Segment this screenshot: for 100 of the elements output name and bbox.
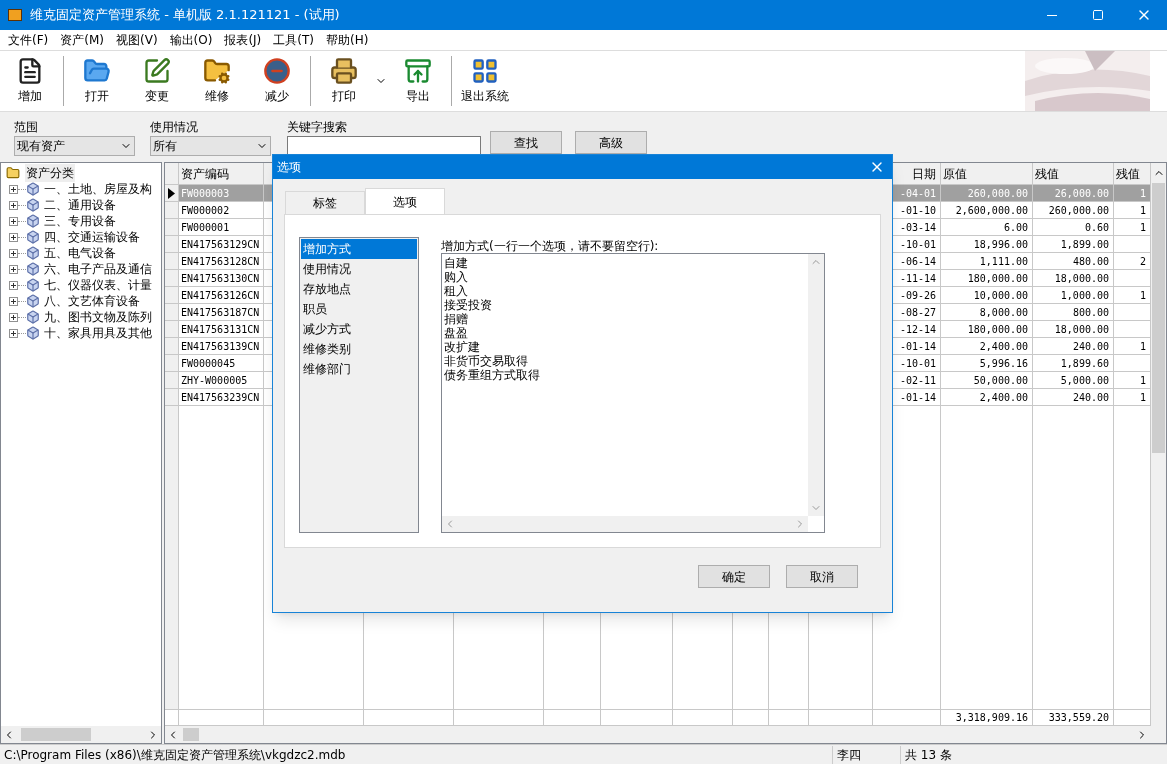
toolbar-button[interactable]: 退出系统 (455, 53, 515, 109)
row-header[interactable] (165, 185, 179, 202)
menu-item[interactable]: 输出(O) (163, 31, 219, 49)
list-item[interactable]: 增加方式 (301, 239, 417, 259)
table-cell-text: -06-14 (899, 254, 936, 269)
menu-item[interactable]: 视图(V) (110, 31, 164, 49)
table-cell-text: 26,000.00 (1054, 186, 1109, 201)
tree-item[interactable]: 十、家具用具及其他 (44, 324, 152, 342)
horizontal-scrollbar[interactable] (165, 726, 1166, 743)
menu-item[interactable]: 文件(F) (2, 31, 55, 49)
list-item[interactable]: 维修类别 (301, 339, 417, 359)
toolbar-button[interactable]: 变更 (127, 53, 187, 109)
list-item[interactable]: 职员 (301, 299, 417, 319)
table-cell-text: 180,000.00 (967, 322, 1028, 337)
table-cell-text: 0.60 (1084, 220, 1109, 235)
cube-icon (26, 198, 40, 212)
filter-button[interactable]: 查找 (490, 131, 562, 154)
text-line: 债务重组方式取得 (444, 368, 541, 382)
toolbar-button[interactable]: 打印 (314, 53, 374, 109)
keyword-label: 关键字搜索 (287, 119, 348, 136)
expander-icon[interactable] (9, 296, 18, 306)
table-cell-text: -10-01 (899, 237, 936, 252)
scroll-thumb[interactable] (21, 728, 91, 741)
expander-icon[interactable] (9, 232, 18, 242)
table-cell-text: 5,000.00 (1060, 373, 1109, 388)
tree-item[interactable]: 七、仪器仪表、计量 (44, 276, 152, 294)
list-item[interactable]: 存放地点 (301, 279, 417, 299)
table-cell-text: 1,899.00 (1060, 237, 1109, 252)
list-item[interactable]: 减少方式 (301, 319, 417, 339)
tree-item[interactable]: 一、土地、房屋及构 (44, 180, 152, 198)
table-cell-text: EN417563139CN (181, 339, 260, 354)
dialog-button[interactable]: 确定 (698, 565, 770, 588)
tab[interactable]: 选项 (365, 188, 445, 214)
tree-item[interactable]: 六、电子产品及通信 (44, 260, 152, 278)
toolbar-button[interactable]: 减少 (247, 53, 307, 109)
tree-root[interactable]: 资产分类 (25, 164, 75, 182)
tree-item[interactable]: 三、专用设备 (44, 212, 116, 230)
table-cell-text: 18,000.00 (1054, 271, 1109, 286)
dialog-button[interactable]: 取消 (786, 565, 858, 588)
table-cell-text: ZHY-W000005 (181, 373, 248, 388)
text-line: 改扩建 (444, 340, 481, 354)
tree-item[interactable]: 五、电气设备 (44, 244, 116, 262)
table-cell-text: EN417563128CN (181, 254, 260, 269)
table-cell-text: EN417563187CN (181, 305, 260, 320)
table-cell-text: 800.00 (1072, 305, 1109, 320)
table-cell-text: -11-14 (899, 271, 936, 286)
scroll-thumb[interactable] (1152, 183, 1165, 453)
minimize-icon (1047, 14, 1057, 16)
horizontal-scrollbar[interactable] (1, 726, 161, 743)
expander-icon[interactable] (9, 216, 18, 226)
list-item[interactable]: 维修部门 (301, 359, 417, 379)
table-cell-text: 2,400.00 (979, 339, 1028, 354)
table-cell-text: 1,000.00 (1060, 288, 1109, 303)
tab[interactable]: 标签 (285, 191, 365, 214)
expander-icon[interactable] (9, 264, 18, 274)
table-cell-text: 260,000.00 (967, 186, 1028, 201)
toolbar-button[interactable]: 导出 (388, 53, 448, 109)
table-cell-text: FW000003 (181, 186, 230, 201)
text-line: 非货币交易取得 (444, 354, 529, 368)
tree-item[interactable]: 四、交通运输设备 (44, 228, 140, 246)
table-cell-text: 240.00 (1072, 390, 1109, 405)
table-cell-text: -08-27 (899, 305, 936, 320)
expander-icon[interactable] (9, 328, 18, 338)
tree-item[interactable]: 九、图书文物及陈列 (44, 308, 152, 326)
expander-icon[interactable] (9, 312, 18, 322)
toolbar-button[interactable]: 增加 (0, 53, 60, 109)
table-cell-text: EN417563131CN (181, 322, 260, 337)
scope-select[interactable]: 现有资产 (14, 136, 135, 156)
toolbar-button[interactable]: 维修 (187, 53, 247, 109)
status-path: C:\Program Files (x86)\维克固定资产管理系统\vkgdzc2.mdb (3, 746, 347, 764)
total-cell-text: 333,559.20 (1048, 711, 1109, 725)
table-cell-text: FW0000045 (181, 356, 236, 371)
tree-item[interactable]: 八、文艺体育设备 (44, 292, 140, 310)
table-cell-text: -03-14 (899, 220, 936, 235)
cube-icon (26, 294, 40, 308)
filter-button[interactable]: 高级 (575, 131, 647, 154)
expander-icon[interactable] (9, 200, 18, 210)
usage-select[interactable]: 所有 (150, 136, 271, 156)
tree-item[interactable]: 二、通用设备 (44, 196, 116, 214)
expander-icon[interactable] (9, 280, 18, 290)
current-row-icon (168, 187, 175, 199)
menu-item[interactable]: 帮助(H) (320, 31, 375, 49)
menu-item[interactable]: 报表(J) (218, 31, 268, 49)
options-text-area[interactable]: 自建 购入 租入 接受投资 捐赠 盘盈 改扩建 非货币交易取得 债务重组方式取得 (441, 253, 825, 533)
list-item[interactable]: 使用情况 (301, 259, 417, 279)
table-cell-text: 18,996.00 (973, 237, 1028, 252)
vertical-scrollbar[interactable] (1151, 163, 1166, 726)
cube-icon (26, 326, 40, 340)
toolbar-button[interactable]: 打开 (67, 53, 127, 109)
expander-icon[interactable] (9, 184, 18, 194)
scroll-thumb[interactable] (183, 728, 199, 741)
expander-icon[interactable] (9, 248, 18, 258)
table-cell-text: 240.00 (1072, 339, 1109, 354)
menu-item[interactable]: 资产(M) (54, 31, 110, 49)
table-cell-text: -09-26 (899, 288, 936, 303)
total-cell-text: 3,318,909.16 (955, 711, 1028, 725)
table-cell-text: 2,400.00 (979, 390, 1028, 405)
table-cell-text: 1 (1139, 186, 1146, 201)
menu-item[interactable]: 工具(T) (267, 31, 320, 49)
text-line: 盘盈 (444, 326, 469, 340)
